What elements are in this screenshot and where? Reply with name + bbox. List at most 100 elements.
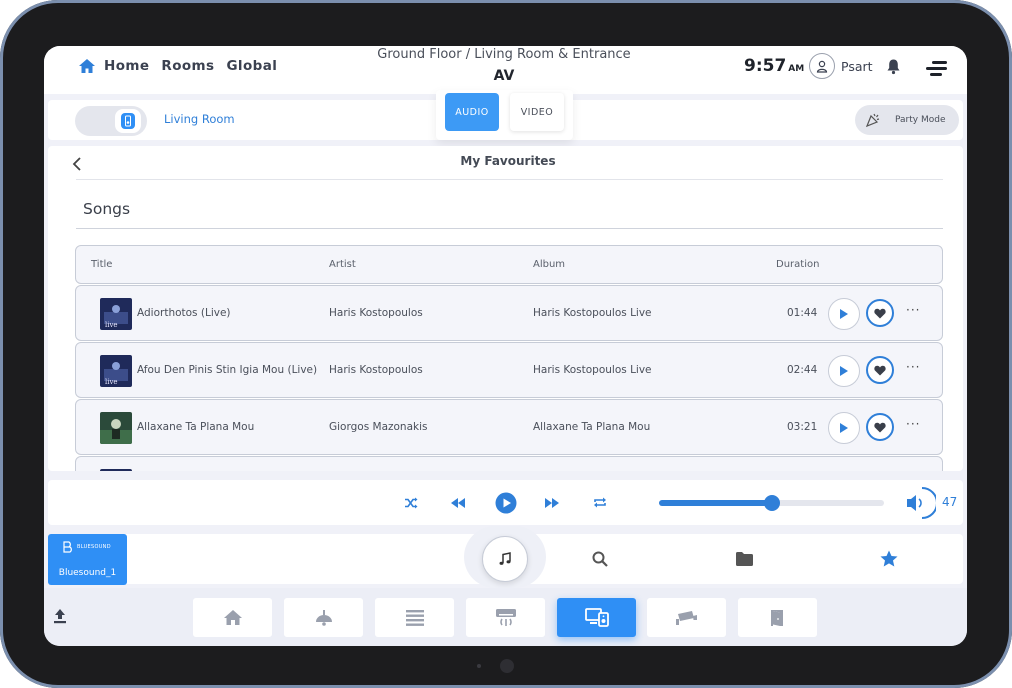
- player-bar: 47: [48, 480, 963, 525]
- rewind-icon[interactable]: [451, 498, 465, 508]
- progress-slider[interactable]: [659, 495, 884, 511]
- album-art: [100, 412, 132, 444]
- party-popper-icon: [865, 113, 880, 128]
- song-artist: Haris Kostopoulos: [329, 364, 423, 376]
- table-row[interactable]: Allaxane Ta Plana Mou Giorgos Mazonakis …: [75, 399, 943, 455]
- room-power-toggle[interactable]: [75, 106, 147, 136]
- favourites-panel: My Favourites Songs Title Artist Album D…: [48, 146, 963, 471]
- camera: [500, 659, 514, 673]
- shuffle-icon[interactable]: [405, 497, 418, 509]
- heart-icon: [874, 308, 886, 318]
- user-icon: [809, 53, 835, 79]
- room-bar: Living Room Party Mode AUDIO VIDEO: [44, 90, 967, 142]
- nav-blinds-button[interactable]: [375, 598, 454, 637]
- play-song-button[interactable]: [828, 412, 860, 444]
- more-options-icon[interactable]: ···: [906, 417, 920, 431]
- clock-ampm: AM: [788, 64, 805, 74]
- play-icon[interactable]: [495, 492, 517, 514]
- room-label[interactable]: Living Room: [164, 112, 235, 126]
- progress-handle[interactable]: [763, 495, 780, 511]
- song-artist: Giorgos Mazonakis: [329, 421, 428, 433]
- back-chevron-icon[interactable]: [72, 157, 82, 171]
- source-bluesound[interactable]: BLUESOUND Bluesound_1: [48, 534, 127, 585]
- av-tabs: AUDIO VIDEO: [436, 90, 573, 140]
- bottom-nav: [44, 588, 967, 646]
- svg-text:live: live: [105, 378, 118, 386]
- toggle-knob: [115, 109, 141, 133]
- col-title: Title: [91, 259, 113, 270]
- play-icon: [840, 309, 848, 319]
- music-library-button[interactable]: [482, 536, 528, 582]
- home-icon[interactable]: [78, 58, 96, 74]
- clock-time: 9:57: [744, 56, 787, 76]
- play-icon: [840, 423, 848, 433]
- favourite-button[interactable]: [866, 413, 894, 441]
- fast-forward-icon[interactable]: [545, 498, 559, 508]
- nav-av-button[interactable]: [557, 598, 636, 637]
- song-duration: 01:44: [787, 307, 818, 319]
- nav-home-button[interactable]: [193, 598, 272, 637]
- tab-video[interactable]: VIDEO: [510, 93, 564, 131]
- song-duration: 02:44: [787, 364, 818, 376]
- play-song-button[interactable]: [828, 298, 860, 330]
- tab-audio[interactable]: AUDIO: [445, 93, 499, 131]
- speaker-icon: [121, 113, 135, 129]
- col-artist: Artist: [329, 259, 356, 270]
- nav-home[interactable]: Home: [104, 58, 149, 74]
- bluesound-logo: BLUESOUND: [62, 541, 111, 553]
- folder-icon[interactable]: [736, 552, 753, 566]
- album-art: live: [100, 355, 132, 387]
- song-duration: 03:21: [787, 421, 818, 433]
- nav-doors-button[interactable]: [738, 598, 817, 637]
- progress-fill: [659, 500, 772, 506]
- screen: Home Rooms Global Ground Floor / Living …: [44, 46, 967, 646]
- music-note-icon: [499, 552, 511, 565]
- security-camera-icon: [675, 610, 697, 625]
- nav-climate-button[interactable]: [466, 598, 545, 637]
- home-icon: [223, 610, 242, 625]
- party-mode-button[interactable]: Party Mode: [855, 105, 959, 135]
- nav-rooms[interactable]: Rooms: [161, 58, 214, 74]
- favourite-button[interactable]: [866, 299, 894, 327]
- more-options-icon[interactable]: ···: [906, 360, 920, 374]
- nav-security-button[interactable]: [647, 598, 726, 637]
- search-icon[interactable]: [592, 551, 608, 567]
- blinds-icon: [405, 609, 424, 626]
- sensor-dot: [477, 664, 481, 668]
- play-song-button[interactable]: [828, 355, 860, 387]
- table-row[interactable]: live Adiorthotos (Live) Haris Kostopoulo…: [75, 285, 943, 341]
- svg-text:live: live: [105, 321, 118, 329]
- song-title: Allaxane Ta Plana Mou: [137, 421, 255, 433]
- user-name: Psart: [841, 58, 873, 74]
- av-media-icon: [584, 608, 609, 627]
- table-header: Title Artist Album Duration: [75, 245, 943, 284]
- nav-global[interactable]: Global: [226, 58, 277, 74]
- song-album: Allaxane Ta Plana Mou: [533, 421, 651, 433]
- song-artist: Haris Kostopoulos: [329, 307, 423, 319]
- section-title: AV: [493, 68, 515, 84]
- favourite-button[interactable]: [866, 356, 894, 384]
- source-logo-text: BLUESOUND: [77, 544, 111, 550]
- more-options-icon[interactable]: ···: [906, 303, 920, 317]
- nav-lighting-button[interactable]: [284, 598, 363, 637]
- menu-icon[interactable]: [926, 61, 948, 77]
- party-mode-label: Party Mode: [895, 115, 946, 125]
- play-icon: [840, 366, 848, 376]
- divider: [76, 179, 943, 180]
- song-album: Haris Kostopoulos Live: [533, 364, 652, 376]
- album-art: [100, 469, 132, 471]
- user-menu[interactable]: Psart: [809, 53, 873, 79]
- table-row[interactable]: live Afou Den Pinis Stin Igia Mou (Live)…: [75, 342, 943, 398]
- panel-title: My Favourites: [460, 154, 556, 168]
- star-icon[interactable]: [880, 550, 898, 567]
- table-row[interactable]: [75, 456, 943, 471]
- air-conditioner-icon: [495, 608, 516, 626]
- ceiling-lamp-icon: [315, 609, 332, 626]
- volume-icon[interactable]: [904, 486, 936, 520]
- bell-icon[interactable]: [886, 58, 901, 75]
- repeat-icon[interactable]: [593, 496, 607, 509]
- song-title: Adiorthotos (Live): [137, 307, 231, 319]
- song-album: Haris Kostopoulos Live: [533, 307, 652, 319]
- door-icon: [770, 609, 783, 626]
- upload-icon[interactable]: [52, 608, 68, 624]
